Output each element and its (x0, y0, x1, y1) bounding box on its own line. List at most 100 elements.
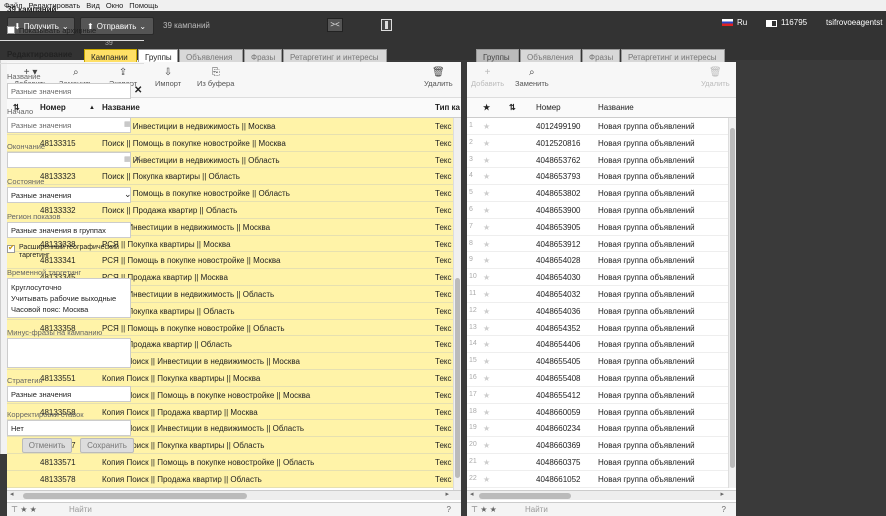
save-button[interactable]: Сохранить (80, 438, 134, 453)
groups-vscroll[interactable] (728, 118, 736, 488)
star-icon[interactable]: ★ (483, 139, 490, 148)
menu-window[interactable]: Окно (106, 1, 123, 10)
column-name[interactable]: Название (102, 103, 140, 112)
table-row[interactable]: 12 ★ 4048654036 Новая группа объявлений (467, 302, 736, 320)
star-icon[interactable]: ★ (483, 357, 490, 366)
star-icon[interactable]: ★ (483, 189, 490, 198)
column-type[interactable]: Тип ка (435, 103, 460, 112)
star-icon[interactable]: ★ (483, 475, 490, 484)
star-icon[interactable]: ★ (483, 307, 490, 316)
groups-search-input[interactable]: Найти (525, 505, 548, 514)
campaigns-hscroll[interactable]: ◂ ▸ (7, 490, 461, 500)
group-replace-button[interactable]: ⌕ Заменить (515, 66, 549, 88)
star-icon[interactable]: ★ (483, 240, 490, 249)
search-input[interactable]: Найти (69, 505, 92, 514)
user-login[interactable]: tsifrovoeagentst (826, 18, 886, 27)
table-row[interactable]: 21 ★ 4048660375 Новая группа объявлений (467, 453, 736, 471)
star-icon[interactable]: ★ (483, 458, 490, 467)
table-row[interactable]: 14 ★ 4048654406 Новая группа объявлений (467, 336, 736, 354)
clear-icon[interactable]: ✕ (134, 85, 142, 96)
start-date-field[interactable]: Разные значения (7, 117, 131, 133)
star-icon[interactable]: ★ (483, 223, 490, 232)
calendar-icon[interactable]: ▦ (124, 120, 131, 128)
table-row[interactable]: 17 ★ 4048655412 Новая группа объявлений (467, 386, 736, 404)
table-row[interactable]: 16 ★ 4048655408 Новая группа объявлений (467, 369, 736, 387)
calendar-icon[interactable]: ▦ (124, 155, 131, 163)
table-row[interactable]: 11 ★ 4048654032 Новая группа объявлений (467, 285, 736, 303)
table-row[interactable]: 8 ★ 4048653912 Новая группа объявлений (467, 235, 736, 253)
clear-icon[interactable]: ✕ (134, 154, 142, 165)
star-icon[interactable]: ★ (483, 424, 490, 433)
table-row[interactable]: 48133551 Копия Поиск || Покупка квартиры … (7, 369, 461, 387)
star-icon[interactable]: ★ (483, 122, 490, 131)
menu-view[interactable]: Вид (86, 1, 100, 10)
column-number[interactable]: Номер (536, 103, 561, 112)
star-icon[interactable]: ★ (483, 172, 490, 181)
layout-icon[interactable] (381, 19, 392, 31)
geo-targeting-checkbox[interactable]: ✔ (7, 243, 15, 253)
table-row[interactable]: 48133578 Копия Поиск || Продажа квартир |… (7, 470, 461, 488)
table-row[interactable]: 48133567Копия Поиск || Покупка квартиры … (7, 437, 461, 454)
table-row[interactable]: 1 ★ 4012499190 Новая группа объявлений (467, 118, 736, 135)
filter-icon[interactable]: ⊤ ★ ★ (11, 505, 37, 514)
group-delete-button[interactable]: 🗑 Удалить (701, 66, 730, 88)
strategy-field[interactable]: Разные значения (7, 386, 131, 402)
star-icon[interactable]: ★ (483, 408, 490, 417)
cancel-button[interactable]: Отменить (22, 438, 72, 453)
star-icon[interactable]: ★ (483, 273, 490, 282)
group-add-button[interactable]: + Добавить (471, 66, 504, 88)
table-row[interactable]: 5 ★ 4048653802 Новая группа объявлений (467, 185, 736, 202)
table-row[interactable]: 48133315 Поиск || Помощь в покупке новост… (7, 134, 461, 152)
scroll-right-icon[interactable]: ▸ (720, 490, 724, 498)
column-name[interactable]: Название (598, 103, 634, 112)
sort-asc-icon[interactable]: ▲ (89, 105, 95, 111)
help-icon[interactable]: ? (722, 505, 726, 514)
sort-toggle-icon[interactable]: ⇅ (509, 103, 516, 112)
table-row[interactable]: 7 ★ 4048653905 Новая группа объявлений (467, 218, 736, 236)
name-field[interactable]: Разные значения (7, 83, 131, 99)
table-row[interactable]: 48133332 Поиск || Продажа квартир || Обла… (7, 201, 461, 219)
star-icon[interactable]: ★ (483, 206, 490, 215)
help-icon[interactable]: ? (447, 505, 451, 514)
campaigns-vscroll[interactable] (453, 118, 461, 498)
scroll-left-icon[interactable]: ◂ (10, 490, 14, 498)
star-icon[interactable]: ★ (483, 391, 490, 400)
chevron-down-icon[interactable]: ⌄ (124, 189, 132, 200)
scroll-right-icon[interactable]: ▸ (445, 490, 449, 498)
table-row[interactable]: 13 ★ 4048654352 Новая группа объявлений (467, 319, 736, 337)
table-row[interactable]: 15 ★ 4048655405 Новая группа объявлений (467, 353, 736, 370)
from-buffer-button[interactable]: ⎘ Из буфера (197, 66, 234, 88)
table-row[interactable]: 22 ★ 4048661052 Новая группа объявлений (467, 470, 736, 488)
end-date-field[interactable] (7, 152, 131, 168)
star-icon[interactable]: ★ (483, 340, 490, 349)
collapse-panels-icon[interactable]: >< (327, 18, 343, 32)
column-number[interactable]: Номер (40, 103, 66, 112)
table-row[interactable]: 4 ★ 4048653793 Новая группа объявлений (467, 168, 736, 186)
groups-hscroll[interactable]: ◂ ▸ (467, 490, 736, 500)
star-icon[interactable]: ★ (483, 156, 490, 165)
table-row[interactable]: 20 ★ 4048660369 Новая группа объявлений (467, 437, 736, 454)
import-button[interactable]: ⇩ Импорт (155, 66, 181, 88)
star-icon[interactable]: ★ (483, 290, 490, 299)
star-icon[interactable]: ★ (483, 256, 490, 265)
table-row[interactable]: 10 ★ 4048654030 Новая группа объявлений (467, 269, 736, 286)
table-row[interactable]: 6 ★ 4048653900 Новая группа объявлений (467, 201, 736, 219)
bid-adjustments-field[interactable]: Нет (7, 420, 131, 436)
star-icon[interactable]: ★ (483, 441, 490, 450)
menu-help[interactable]: Помощь (129, 1, 158, 10)
time-targeting-field[interactable]: Круглосуточно Учитывать рабочие выходные… (7, 278, 131, 318)
region-field[interactable]: Разные значения в группах (7, 222, 131, 238)
star-icon[interactable]: ★ (483, 374, 490, 383)
table-row[interactable]: 2 ★ 4012520816 Новая группа объявлений (467, 134, 736, 152)
state-select[interactable]: Разные значения (7, 187, 131, 203)
scroll-left-icon[interactable]: ◂ (470, 490, 474, 498)
star-column-icon[interactable]: ★ (483, 103, 490, 112)
filter-icon[interactable]: ⊤ ★ ★ (471, 505, 497, 514)
delete-button[interactable]: 🗑 Удалить (424, 66, 453, 88)
table-row[interactable]: 48133323 Поиск || Покупка квартиры || Обл… (7, 168, 461, 186)
table-row[interactable]: 18 ★ 4048660059 Новая группа объявлений (467, 403, 736, 421)
table-row[interactable]: 19 ★ 4048660234 Новая группа объявлений (467, 420, 736, 438)
table-row[interactable]: 48133571 Копия Поиск || Помощь в покупке … (7, 453, 461, 471)
table-row[interactable]: 3 ★ 4048653762 Новая группа объявлений (467, 151, 736, 169)
star-icon[interactable]: ★ (483, 324, 490, 333)
